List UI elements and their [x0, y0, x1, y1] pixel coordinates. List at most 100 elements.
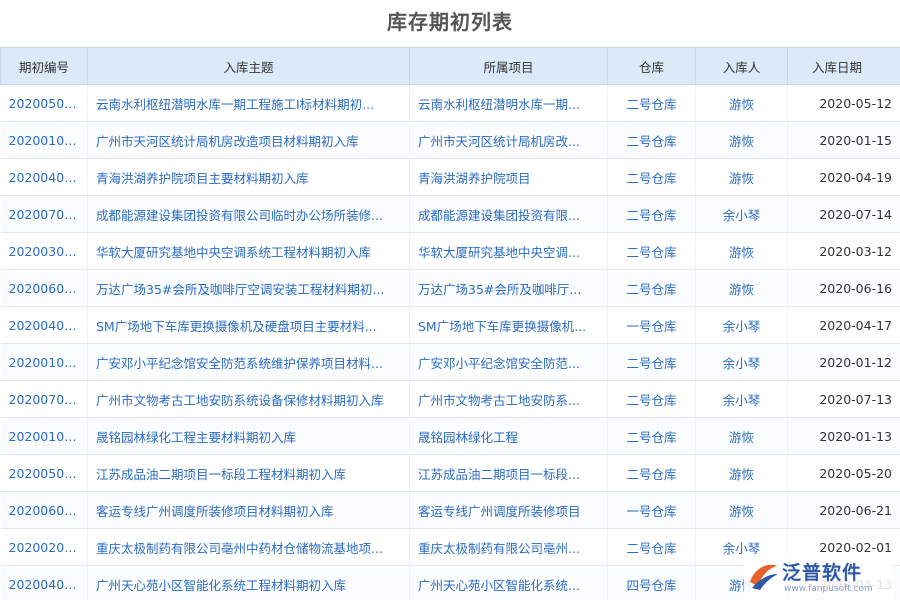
cell-project[interactable]: 晟铭园林绿化工程	[409, 417, 608, 455]
cell-code[interactable]: 2020040004	[0, 306, 88, 344]
cell-project[interactable]: 青海洪湖养护院项目	[409, 158, 608, 196]
column-header-date[interactable]: 入库日期	[787, 47, 900, 85]
cell-code[interactable]: 2020040001	[0, 565, 88, 600]
fanpu-logo-icon	[750, 564, 778, 590]
cell-code[interactable]: 2020070004	[0, 195, 88, 233]
table-row[interactable]: 2020070003 广州市文物考古工地安防系统设备保修材料期初入库 广州市文物考古…	[0, 380, 900, 418]
table-row[interactable]: 2020040005 青海洪湖养护院项目主要材料期初入库 青海洪湖养护院项目 二号仓库…	[0, 158, 900, 196]
cell-code[interactable]: 2020010009	[0, 121, 88, 159]
cell-code[interactable]: 2020010006	[0, 343, 88, 381]
table-row[interactable]: 2020050005 江苏成品油二期项目一标段工程材料期初入库 江苏成品油二期项目一…	[0, 454, 900, 492]
table-row[interactable]: 2020010006 广安邓小平纪念馆安全防范系统维护保养项目材料... 广安邓小平…	[0, 343, 900, 381]
cell-date: 2020-06-16	[787, 269, 900, 307]
cell-warehouse: 一号仓库	[607, 306, 696, 344]
cell-person: 余小琴	[695, 306, 788, 344]
cell-project[interactable]: 重庆太极制药有限公司亳州...	[409, 528, 608, 566]
brand-name: 泛普软件	[782, 562, 863, 584]
cell-project[interactable]: 江苏成品油二期项目一标段...	[409, 454, 608, 492]
cell-warehouse: 二号仓库	[607, 195, 696, 233]
cell-subject[interactable]: 广州市文物考古工地安防系统设备保修材料期初入库	[87, 380, 410, 418]
cell-code[interactable]: 2020020004	[0, 528, 88, 566]
table-row[interactable]: 2020030003 华软大厦研究基地中央空调系统工程材料期初入库 华软大厦研究基地…	[0, 232, 900, 270]
table-row[interactable]: 2020060004 客运专线广州调度所装修项目材料期初入库 客运专线广州调度所装修…	[0, 491, 900, 529]
cell-subject[interactable]: SM广场地下车库更换摄像机及硬盘项目主要材料...	[87, 306, 410, 344]
cell-warehouse: 一号仓库	[607, 491, 696, 529]
cell-code[interactable]: 2020030003	[0, 232, 88, 270]
column-header-person[interactable]: 入库人	[695, 47, 788, 85]
cell-project[interactable]: 华软大厦研究基地中央空调...	[409, 232, 608, 270]
cell-subject[interactable]: 晟铭园林绿化工程主要材料期初入库	[87, 417, 410, 455]
cell-date: 2020-01-15	[787, 121, 900, 159]
table-row[interactable]: 2020010009 广州市天河区统计局机房改造项目材料期初入库 广州市天河区统计局…	[0, 121, 900, 159]
cell-code[interactable]: 2020040005	[0, 158, 88, 196]
cell-date: 2020-05-12	[787, 84, 900, 122]
cell-date: 2020-06-21	[787, 491, 900, 529]
cell-code[interactable]: 2020070003	[0, 380, 88, 418]
table-row[interactable]: 2020070004 成都能源建设集团投资有限公司临时办公场所装修... 成都能源建…	[0, 195, 900, 233]
cell-date: 2020-03-12	[787, 232, 900, 270]
cell-project[interactable]: 客运专线广州调度所装修项目	[409, 491, 608, 529]
cell-code[interactable]: 2020050005	[0, 454, 88, 492]
cell-date: 2020-01-13	[787, 417, 900, 455]
cell-project[interactable]: 广安邓小平纪念馆安全防范...	[409, 343, 608, 381]
cell-warehouse: 二号仓库	[607, 380, 696, 418]
cell-code[interactable]: 2020060004	[0, 491, 88, 529]
table-row[interactable]: 2020010007 晟铭园林绿化工程主要材料期初入库 晟铭园林绿化工程 二号仓库 游恢…	[0, 417, 900, 455]
column-header-subject[interactable]: 入库主题	[87, 47, 410, 85]
column-header-warehouse[interactable]: 仓库	[607, 47, 696, 85]
cell-subject[interactable]: 广州市天河区统计局机房改造项目材料期初入库	[87, 121, 410, 159]
cell-warehouse: 二号仓库	[607, 417, 696, 455]
cell-date: 2020-07-14	[787, 195, 900, 233]
cell-person: 游恢	[695, 417, 788, 455]
cell-person: 游恢	[695, 232, 788, 270]
cell-code[interactable]: 2020010007	[0, 417, 88, 455]
table-header-row: 期初编号 入库主题 所属项目 仓库 入库人 入库日期	[0, 47, 900, 85]
inventory-table: 期初编号 入库主题 所属项目 仓库 入库人 入库日期 2020050004 云南水…	[0, 47, 900, 600]
cell-code[interactable]: 2020060003	[0, 269, 88, 307]
cell-date: 2020-05-20	[787, 454, 900, 492]
brand-watermark: 泛普软件 www.fanpusoft.com	[744, 554, 894, 598]
cell-subject[interactable]: 成都能源建设集团投资有限公司临时办公场所装修...	[87, 195, 410, 233]
cell-person: 游恢	[695, 454, 788, 492]
cell-project[interactable]: 成都能源建设集团投资有限...	[409, 195, 608, 233]
cell-date: 2020-07-13	[787, 380, 900, 418]
cell-warehouse: 二号仓库	[607, 343, 696, 381]
cell-subject[interactable]: 广州天心苑小区智能化系统工程材料期初入库	[87, 565, 410, 600]
cell-subject[interactable]: 重庆太极制药有限公司亳州中药材仓储物流基地项...	[87, 528, 410, 566]
cell-subject[interactable]: 万达广场35#会所及咖啡厅空调安装工程材料期初...	[87, 269, 410, 307]
cell-project[interactable]: 云南水利枢纽潜明水库一期...	[409, 84, 608, 122]
cell-subject[interactable]: 华软大厦研究基地中央空调系统工程材料期初入库	[87, 232, 410, 270]
cell-warehouse: 二号仓库	[607, 528, 696, 566]
cell-warehouse: 二号仓库	[607, 158, 696, 196]
table-row[interactable]: 2020060003 万达广场35#会所及咖啡厅空调安装工程材料期初... 万达广场…	[0, 269, 900, 307]
cell-subject[interactable]: 青海洪湖养护院项目主要材料期初入库	[87, 158, 410, 196]
cell-warehouse: 二号仓库	[607, 121, 696, 159]
cell-subject[interactable]: 云南水利枢纽潜明水库一期工程施工I标材料期初...	[87, 84, 410, 122]
brand-url: www.fanpusoft.com	[784, 584, 873, 594]
cell-warehouse: 四号仓库	[607, 565, 696, 600]
cell-warehouse: 二号仓库	[607, 454, 696, 492]
cell-person: 游恢	[695, 121, 788, 159]
cell-person: 余小琴	[695, 343, 788, 381]
table-row[interactable]: 2020050004 云南水利枢纽潜明水库一期工程施工I标材料期初... 云南水利枢…	[0, 84, 900, 122]
cell-subject[interactable]: 广安邓小平纪念馆安全防范系统维护保养项目材料...	[87, 343, 410, 381]
column-header-code[interactable]: 期初编号	[0, 47, 88, 85]
cell-subject[interactable]: 客运专线广州调度所装修项目材料期初入库	[87, 491, 410, 529]
table-row[interactable]: 2020040004 SM广场地下车库更换摄像机及硬盘项目主要材料... SM广场地…	[0, 306, 900, 344]
cell-warehouse: 二号仓库	[607, 84, 696, 122]
cell-project[interactable]: 广州市文物考古工地安防系...	[409, 380, 608, 418]
cell-project[interactable]: 广州天心苑小区智能化系统...	[409, 565, 608, 600]
cell-warehouse: 二号仓库	[607, 232, 696, 270]
cell-person: 游恢	[695, 84, 788, 122]
cell-project[interactable]: 广州市天河区统计局机房改...	[409, 121, 608, 159]
cell-person: 余小琴	[695, 195, 788, 233]
cell-code[interactable]: 2020050004	[0, 84, 88, 122]
cell-person: 游恢	[695, 269, 788, 307]
cell-subject[interactable]: 江苏成品油二期项目一标段工程材料期初入库	[87, 454, 410, 492]
cell-project[interactable]: SM广场地下车库更换摄像机...	[409, 306, 608, 344]
cell-project[interactable]: 万达广场35#会所及咖啡厅...	[409, 269, 608, 307]
cell-date: 2020-01-12	[787, 343, 900, 381]
cell-date: 2020-04-17	[787, 306, 900, 344]
cell-person: 游恢	[695, 158, 788, 196]
column-header-project[interactable]: 所属项目	[409, 47, 608, 85]
